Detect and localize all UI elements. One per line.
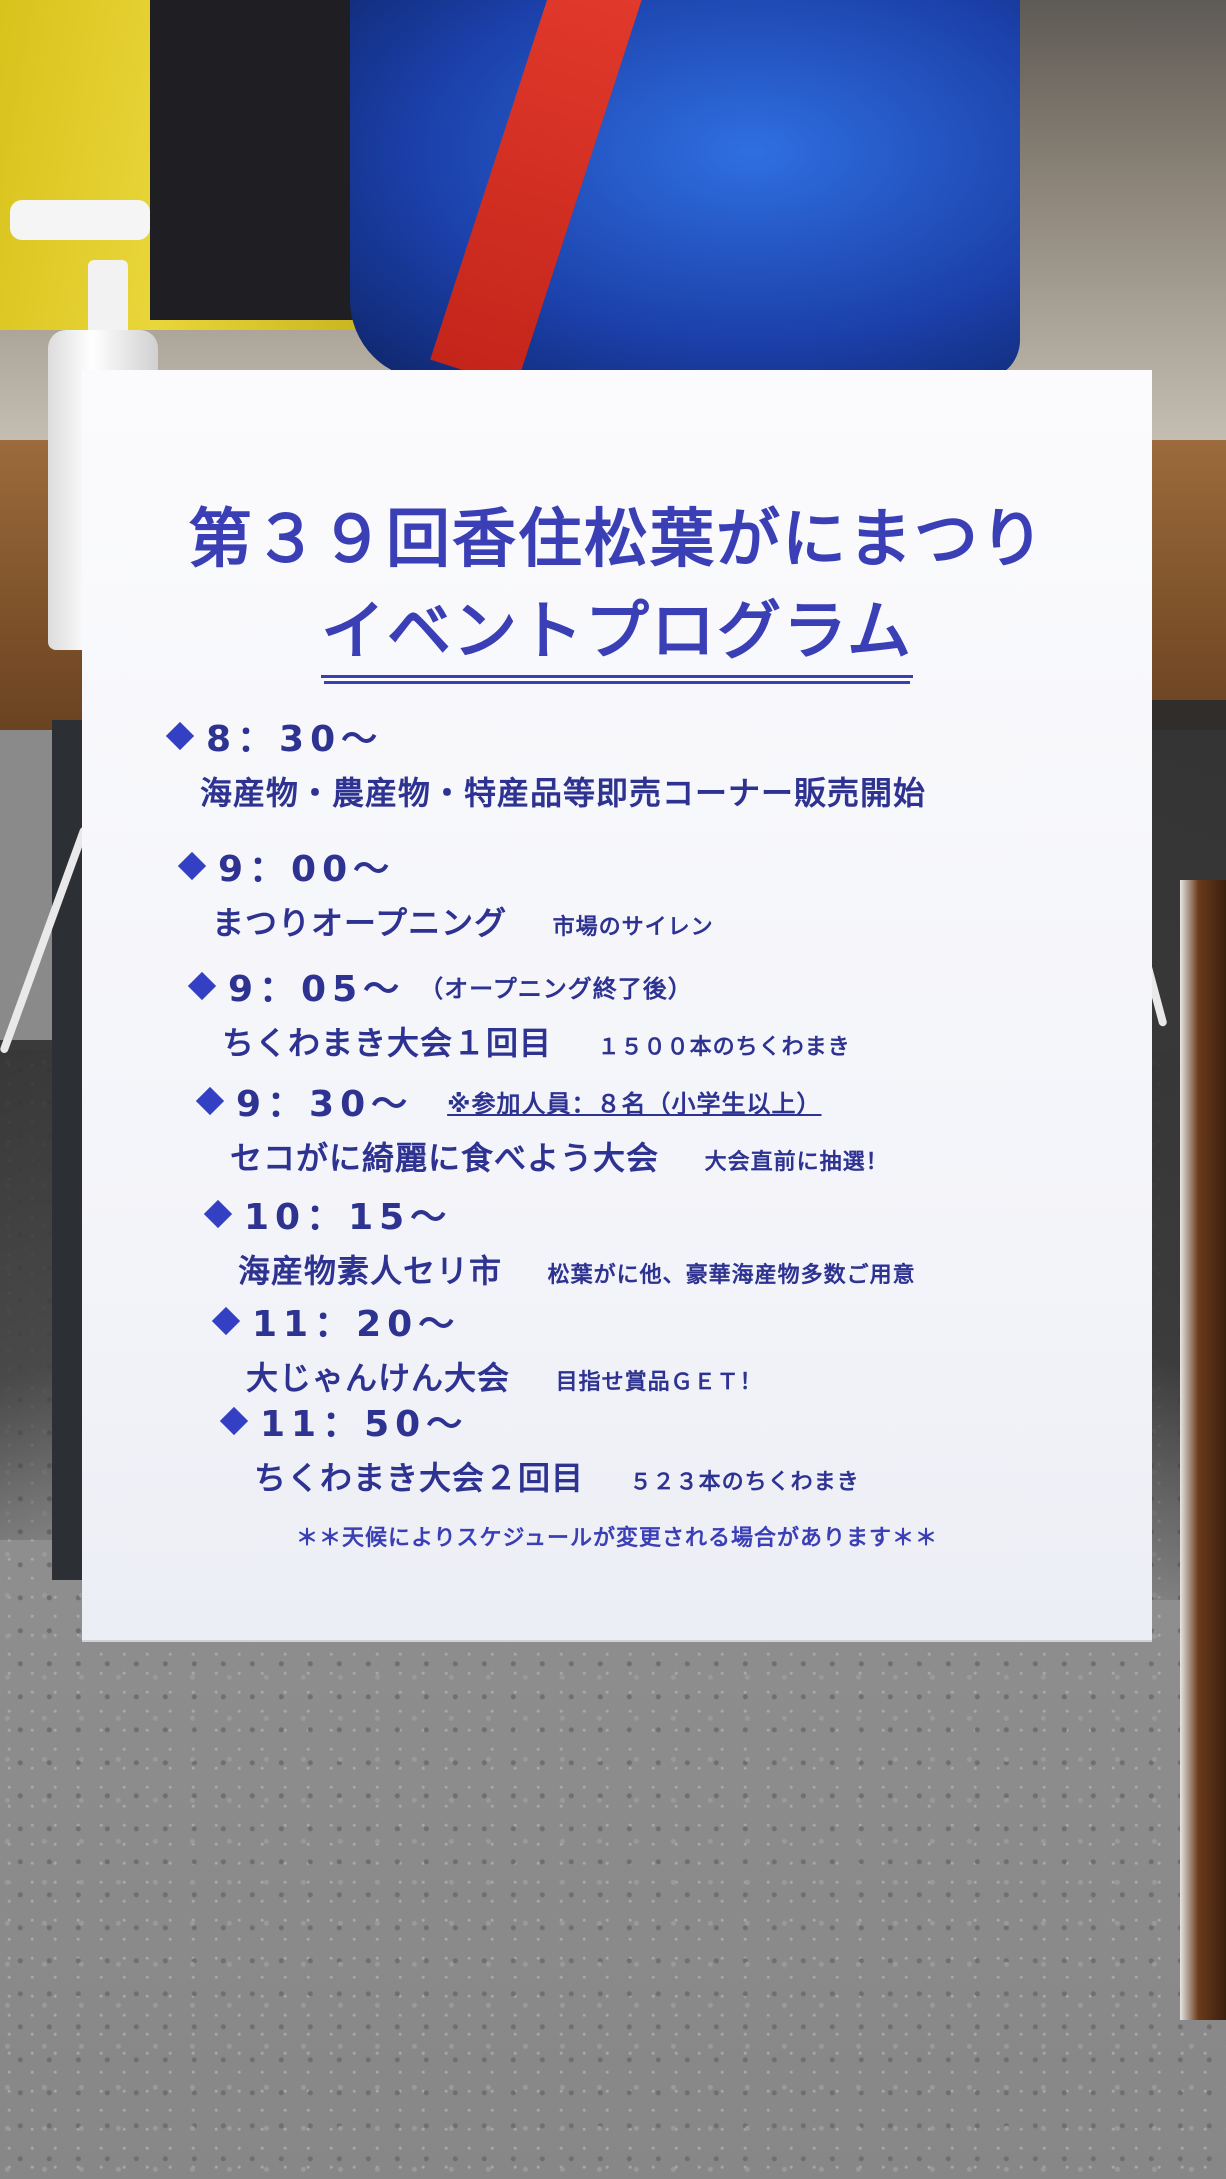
schedule-time: 11：50～	[260, 1404, 469, 1445]
footer-note: ＊＊天候によりスケジュールが変更される場合があります＊＊	[295, 1526, 939, 1551]
schedule-item: 9：05～ （オープニング終了後） ちくわまき大会１回目 １５００本のちくわまき	[187, 960, 851, 1064]
side-signboard	[1180, 880, 1226, 2020]
schedule-item: 11：50～ ちくわまき大会２回目 ５２３本のちくわまき	[219, 1395, 860, 1499]
schedule-item: 8：30～ 海産物・農産物・特産品等即売コーナー販売開始	[165, 710, 927, 814]
diamond-bullet-icon	[195, 1086, 225, 1116]
schedule-item: 9：00～ まつりオープニング 市場のサイレン	[177, 840, 714, 944]
schedule-description: ちくわまき大会１回目	[222, 1024, 553, 1062]
schedule-time: 9：05～	[228, 969, 406, 1010]
schedule-description: まつりオープニング	[212, 904, 508, 942]
person-black-vest	[150, 0, 360, 320]
schedule-time: 10：15～	[244, 1197, 453, 1238]
schedule-description: ちくわまき大会２回目	[254, 1459, 585, 1497]
schedule-note: 目指せ賞品ＧＥＴ！	[555, 1370, 763, 1395]
photo-scene: 第３９回香住松葉がにまつり イベントプログラム 8：30～ 海産物・農産物・特産…	[0, 0, 1226, 2179]
schedule-time: 8：30～	[206, 719, 384, 760]
schedule-item: 10：15～ 海産物素人セリ市 松葉がに他、豪華海産物多数ご用意	[203, 1188, 916, 1292]
schedule-time: 11：20～	[252, 1304, 461, 1345]
schedule-time: 9：00～	[218, 849, 396, 890]
schedule-item: 11：20～ 大じゃんけん大会 目指せ賞品ＧＥＴ！	[211, 1295, 763, 1399]
poster-subtitle-text: イベントプログラム	[320, 595, 914, 678]
diamond-bullet-icon	[177, 851, 207, 881]
schedule-note: ５２３本のちくわまき	[629, 1470, 860, 1495]
poster-title: 第３９回香住松葉がにまつり	[188, 503, 1046, 577]
diamond-bullet-icon	[165, 721, 195, 751]
schedule-note: 松葉がに他、豪華海産物多数ご用意	[547, 1263, 916, 1288]
diamond-bullet-icon	[187, 971, 217, 1001]
schedule-note: １５００本のちくわまき	[597, 1035, 851, 1060]
schedule-note: 大会直前に抽選！	[704, 1150, 889, 1175]
schedule-time: 9：30～	[236, 1084, 414, 1125]
diamond-bullet-icon	[203, 1199, 233, 1229]
schedule-description: 海産物素人セリ市	[238, 1252, 503, 1290]
schedule-description: セコがに綺麗に食べよう大会	[230, 1139, 660, 1177]
poster-subtitle: イベントプログラム	[82, 580, 1152, 678]
schedule-note: 市場のサイレン	[552, 915, 714, 940]
event-program-poster: 第３９回香住松葉がにまつり イベントプログラム 8：30～ 海産物・農産物・特産…	[82, 370, 1152, 1640]
schedule-item: 9：30～ ※参加人員：８名（小学生以上） セコがに綺麗に食べよう大会 大会直前…	[195, 1075, 889, 1179]
schedule-time-note: ※参加人員：８名（小学生以上）	[447, 1089, 822, 1118]
schedule-time-note: （オープニング終了後）	[419, 974, 693, 1003]
diamond-bullet-icon	[219, 1406, 249, 1436]
schedule-description: 海産物・農産物・特産品等即売コーナー販売開始	[200, 774, 927, 812]
diamond-bullet-icon	[211, 1306, 241, 1336]
sanitizer-pump	[10, 200, 150, 240]
schedule-description: 大じゃんけん大会	[246, 1359, 511, 1397]
sanitizer-neck	[88, 260, 128, 340]
